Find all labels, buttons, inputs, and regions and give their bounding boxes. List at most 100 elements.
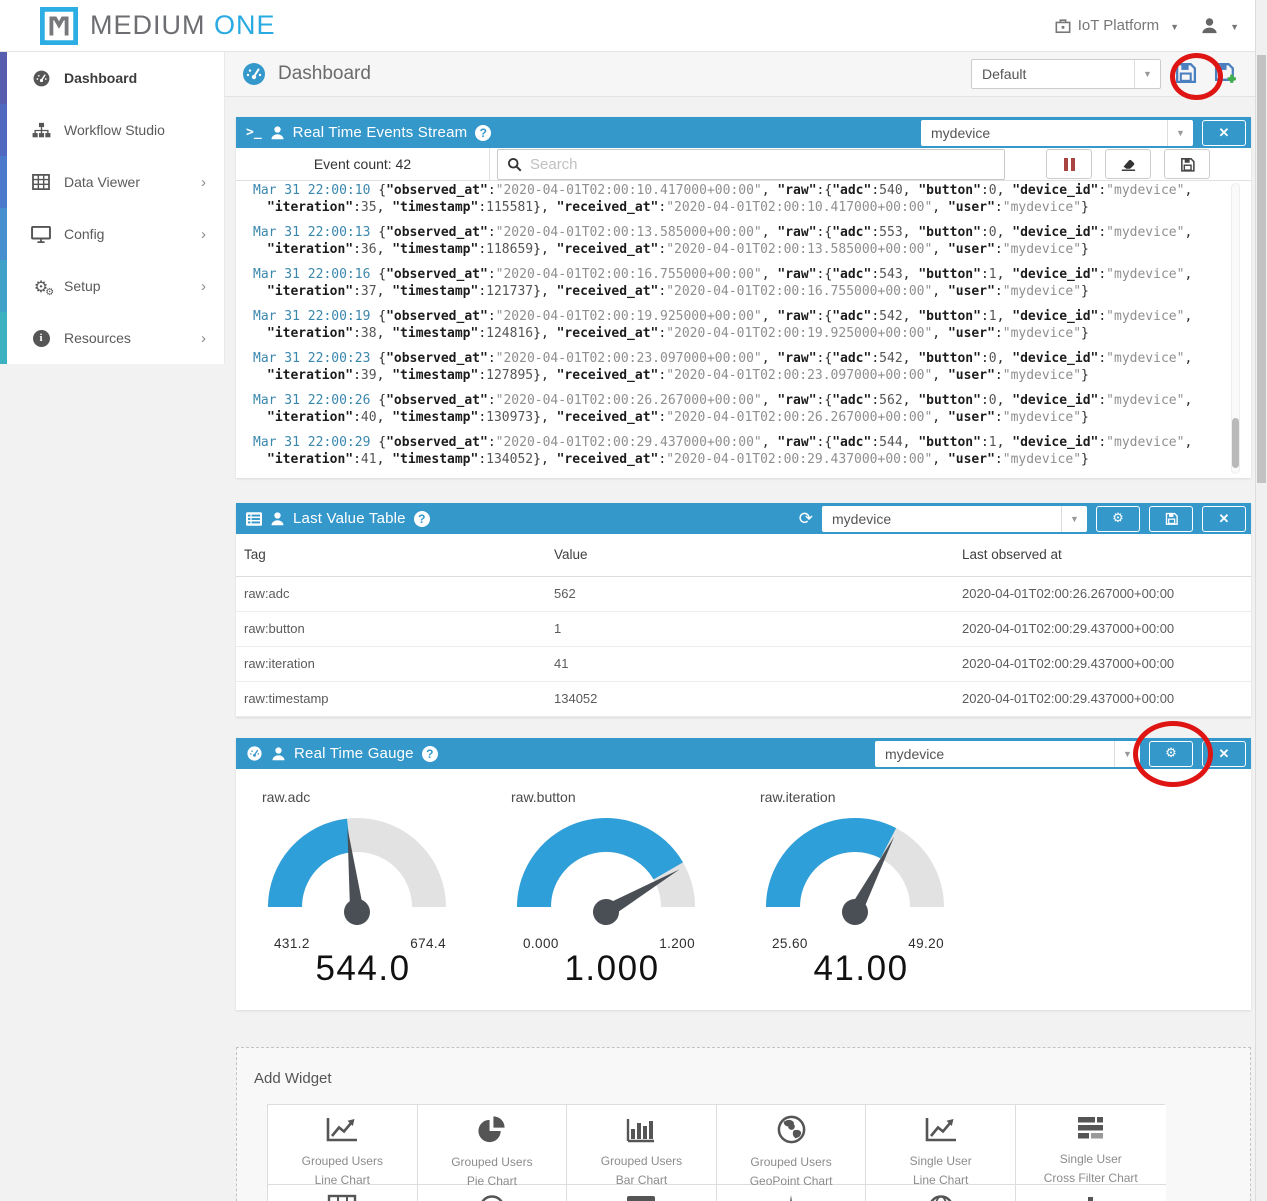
widget-tile-grid: Grouped UsersLine Chart Grouped UsersPie…: [267, 1104, 1165, 1185]
chevron-down-icon: ▼: [1167, 120, 1193, 146]
table-row: raw:button 1 2020-04-01T02:00:29.437000+…: [236, 611, 1251, 646]
info-icon: i: [30, 330, 52, 347]
save-icon: [1164, 511, 1179, 526]
event-log-entry: Mar 31 22:00:16 {"observed_at":"2020-04-…: [253, 267, 1221, 300]
events-stream-widget: >_ Real Time Events Stream ? mydevice ▼ …: [236, 117, 1251, 478]
cell-value: 134052: [546, 681, 954, 716]
user-menu-icon[interactable]: [1200, 16, 1219, 35]
bar-chart-icon: [624, 1131, 658, 1148]
widget-title: Last Value Table: [293, 510, 406, 527]
close-widget-button[interactable]: ✕: [1202, 120, 1246, 146]
table-device-select[interactable]: mydevice ▼: [822, 506, 1087, 532]
cell-last-observed: 2020-04-01T02:00:29.437000+00:00: [954, 611, 1251, 646]
widget-save-button[interactable]: [1149, 506, 1193, 532]
events-device-select[interactable]: mydevice ▼: [921, 120, 1193, 146]
gauge-raw.button: raw.button 0.000 1.200 1.000: [511, 783, 760, 989]
page-scrollbar[interactable]: [1255, 0, 1267, 1201]
help-icon[interactable]: ?: [414, 511, 430, 527]
brand-wordmark: MEDIUM ONE: [90, 10, 276, 41]
add-widget-tile[interactable]: [717, 1185, 867, 1201]
add-widget-tile[interactable]: [1016, 1185, 1166, 1201]
scrollbar-thumb[interactable]: [1232, 418, 1239, 468]
sidebar-item-label: Config: [64, 226, 104, 242]
events-scrollbar[interactable]: [1231, 183, 1240, 474]
add-widget-tile[interactable]: [866, 1185, 1016, 1201]
save-stream-button[interactable]: [1164, 149, 1210, 179]
medium-one-logo[interactable]: MEDIUM ONE: [40, 7, 276, 45]
sidebar-item-setup[interactable]: ⚙⚙ Setup ›: [0, 260, 224, 312]
pause-icon: [1064, 158, 1075, 171]
events-log-area: Mar 31 22:00:10 {"observed_at":"2020-04-…: [236, 181, 1251, 478]
briefcase-icon: [1055, 18, 1071, 34]
table-row: raw:adc 562 2020-04-01T02:00:26.267000+0…: [236, 576, 1251, 611]
add-widget-tile-line-chart[interactable]: Single UserLine Chart: [866, 1105, 1016, 1185]
add-widget-tile-pie-chart[interactable]: Grouped UsersPie Chart: [418, 1105, 568, 1185]
chevron-down-icon[interactable]: ▼: [1170, 22, 1179, 32]
add-widget-tile-geopoint-chart[interactable]: Grouped UsersGeoPoint Chart: [717, 1105, 867, 1185]
cell-value: 41: [546, 646, 954, 681]
device-select-value: mydevice: [921, 125, 1167, 141]
close-icon: ✕: [1219, 511, 1230, 527]
save-as-new-dashboard-button[interactable]: [1210, 60, 1241, 88]
save-icon: [1179, 156, 1196, 173]
pie-chart-icon: [476, 1132, 507, 1149]
dashboard-select[interactable]: Default ▼: [971, 59, 1161, 89]
sidebar-item-label: Dashboard: [64, 70, 137, 86]
search-icon: [507, 157, 522, 172]
gears-icon: ⚙⚙: [30, 277, 52, 296]
desktop-icon: [30, 226, 52, 243]
widget-settings-button[interactable]: ⚙: [1096, 506, 1140, 532]
cell-tag: raw:iteration: [236, 646, 546, 681]
gauge-label: raw.iteration: [760, 789, 1009, 805]
save-dashboard-button[interactable]: [1170, 60, 1201, 88]
cell-last-observed: 2020-04-01T02:00:29.437000+00:00: [954, 681, 1251, 716]
sidebar-item-label: Workflow Studio: [64, 122, 165, 138]
add-widget-tile-line-chart[interactable]: Grouped UsersLine Chart: [268, 1105, 418, 1185]
add-widget-tile[interactable]: [418, 1185, 568, 1201]
column-header-tag: Tag: [236, 534, 546, 576]
event-timestamp: Mar 31 22:00:19: [253, 309, 370, 324]
gauge-row: raw.adc 431.2 674.4 544.0 raw.button 0.0…: [236, 769, 1251, 989]
sidebar-item-resources[interactable]: i Resources ›: [0, 312, 224, 364]
clear-stream-button[interactable]: [1105, 149, 1151, 179]
table-row: raw:timestamp 134052 2020-04-01T02:00:29…: [236, 681, 1251, 716]
pause-stream-button[interactable]: [1046, 149, 1092, 179]
search-input[interactable]: [528, 155, 1004, 174]
add-widget-tile[interactable]: [567, 1185, 717, 1201]
sidebar-item-label: Data Viewer: [64, 174, 140, 190]
sidebar-item-workflow-studio[interactable]: Workflow Studio: [0, 104, 224, 156]
event-log-entry: Mar 31 22:00:10 {"observed_at":"2020-04-…: [253, 183, 1221, 216]
gauge-max: 1.200: [659, 936, 695, 951]
widget-title: Real Time Gauge: [294, 745, 414, 762]
search-box[interactable]: [497, 149, 1005, 180]
project-selector[interactable]: IoT Platform: [1078, 17, 1159, 34]
scrollbar-thumb[interactable]: [1257, 55, 1266, 483]
gauge-device-select[interactable]: mydevice ▼: [875, 741, 1140, 767]
close-widget-button[interactable]: ✕: [1202, 741, 1246, 767]
help-icon[interactable]: ?: [422, 746, 438, 762]
sidebar-accent-strip: [0, 156, 7, 208]
help-icon[interactable]: ?: [475, 125, 491, 141]
sidebar-accent-strip: [0, 208, 7, 260]
add-widget-tile-bar-chart[interactable]: Grouped UsersBar Chart: [567, 1105, 717, 1185]
gauge-label: raw.button: [511, 789, 760, 805]
user-icon: [271, 746, 286, 761]
widget-settings-button[interactable]: ⚙: [1149, 741, 1193, 767]
top-bar: MEDIUM ONE IoT Platform ▼ ▼: [0, 0, 1267, 52]
sidebar-item-dashboard[interactable]: Dashboard: [0, 52, 224, 104]
sidebar-item-data-viewer[interactable]: Data Viewer ›: [0, 156, 224, 208]
chevron-down-icon: ▼: [1061, 506, 1087, 532]
chevron-down-icon[interactable]: ▼: [1230, 22, 1239, 32]
close-icon: ✕: [1219, 125, 1230, 141]
table-widget-header: Last Value Table ? ⟳ mydevice ▼ ⚙ ✕: [236, 503, 1251, 534]
event-timestamp: Mar 31 22:00:16: [253, 267, 370, 282]
add-widget-tile-cross-filter-chart[interactable]: Single UserCross Filter Chart: [1016, 1105, 1166, 1185]
sidebar-item-config[interactable]: Config ›: [0, 208, 224, 260]
close-widget-button[interactable]: ✕: [1202, 506, 1246, 532]
refresh-icon[interactable]: ⟳: [799, 509, 813, 529]
add-widget-tile[interactable]: [268, 1185, 418, 1201]
sidebar-accent-strip: [0, 52, 7, 104]
sidebar-nav: Dashboard Workflow Studio Data Viewer › …: [0, 52, 225, 364]
widget-title: Real Time Events Stream: [293, 124, 468, 141]
list-table-icon: [246, 512, 262, 526]
